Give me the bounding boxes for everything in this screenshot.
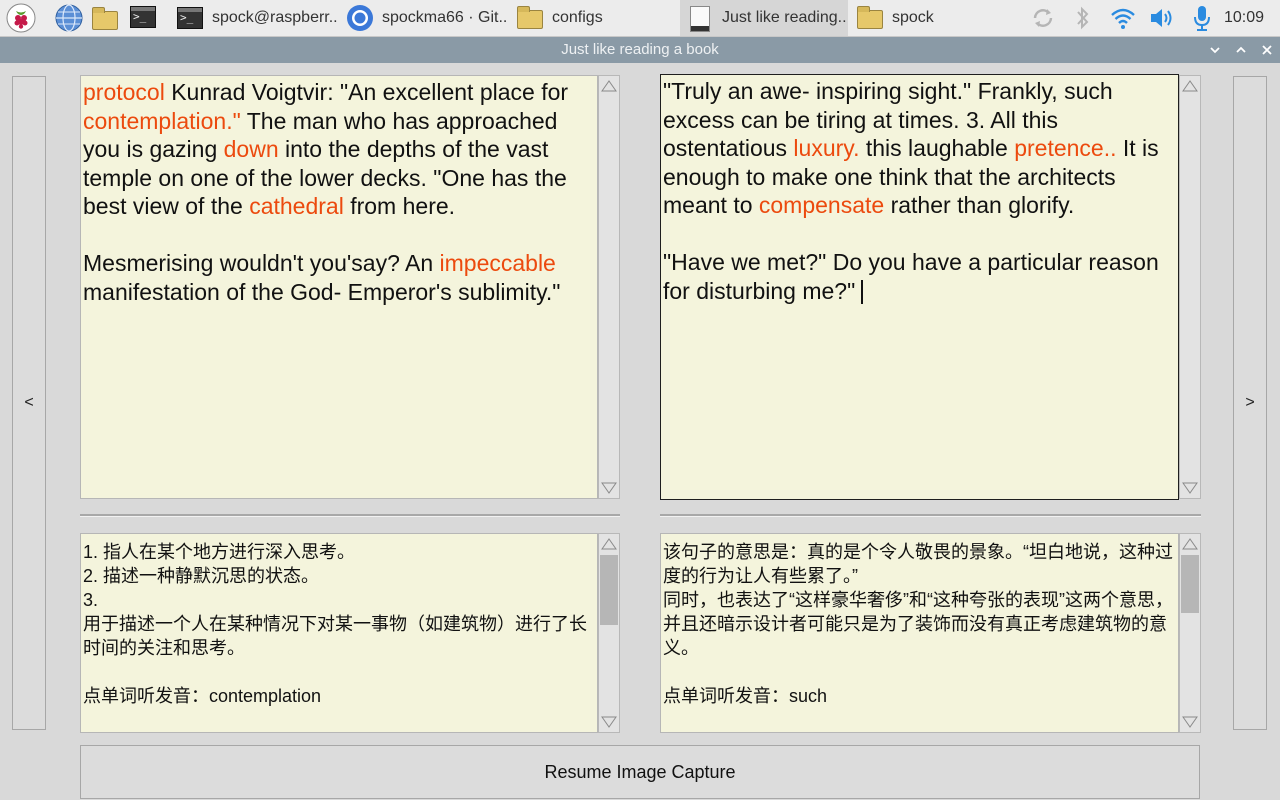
text-cursor — [861, 280, 864, 305]
next-page-button[interactable]: > — [1233, 76, 1267, 730]
web-browser-icon[interactable] — [54, 3, 84, 33]
task-browser[interactable]: spockma66 · Git.. — [340, 0, 508, 36]
task-label: spockma66 · Git.. — [382, 9, 508, 26]
right-translation-text[interactable]: 该句子的意思是：真的是个令人敬畏的景象。“坦白地说，这种过度的行为让人有些累了。… — [663, 540, 1177, 708]
raspberry-menu-icon[interactable] — [6, 3, 36, 33]
close-icon[interactable] — [1256, 39, 1278, 61]
right-text-content[interactable]: "Truly an awe- inspiring sight." Frankly… — [663, 77, 1178, 305]
updater-icon[interactable] — [1028, 3, 1058, 33]
right-translation-scrollbar[interactable] — [1179, 533, 1201, 733]
wifi-icon[interactable] — [1108, 3, 1138, 33]
highlighted-word[interactable]: compensate — [759, 192, 884, 218]
task-spock[interactable]: spock — [850, 0, 1018, 36]
clock[interactable]: 10:09 — [1224, 0, 1264, 36]
scroll-thumb[interactable] — [600, 555, 618, 625]
highlighted-word[interactable]: luxury. — [793, 135, 859, 161]
taskbar: >_ >_ spock@raspberr.. spockma66 · Git..… — [0, 0, 1280, 37]
maximize-icon[interactable] — [1230, 39, 1252, 61]
task-reading-app[interactable]: Just like reading.. — [680, 0, 848, 36]
document-icon — [686, 4, 714, 32]
terminal-launcher-icon[interactable]: >_ — [129, 3, 159, 33]
text-segment: Kunrad Voigtvir: "An excellent place for — [164, 79, 575, 105]
left-text-pane[interactable]: protocol Kunrad Voigtvir: "An excellent … — [80, 75, 598, 499]
pane-separator — [660, 514, 1201, 517]
task-configs[interactable]: configs — [510, 0, 678, 36]
window-title: Just like reading a book — [561, 41, 719, 58]
chromium-icon — [346, 4, 374, 32]
folder-icon — [516, 4, 544, 32]
highlighted-word[interactable]: pretence.. — [1014, 135, 1116, 161]
text-segment: this laughable — [859, 135, 1015, 161]
scroll-up-icon[interactable] — [1180, 534, 1200, 554]
scroll-down-icon[interactable] — [1180, 478, 1200, 498]
right-translation-pane[interactable]: 该句子的意思是：真的是个令人敬畏的景象。“坦白地说，这种过度的行为让人有些累了。… — [660, 533, 1179, 733]
scroll-down-icon[interactable] — [599, 478, 619, 498]
left-text-content[interactable]: protocol Kunrad Voigtvir: "An excellent … — [83, 78, 595, 306]
pane-separator — [80, 514, 620, 517]
highlighted-word[interactable]: contemplation." — [83, 108, 241, 134]
highlighted-word[interactable]: protocol — [83, 79, 165, 105]
task-label: spock@raspberr.. — [212, 9, 338, 26]
minimize-icon[interactable] — [1204, 39, 1226, 61]
window-titlebar: Just like reading a book — [0, 37, 1280, 63]
terminal-icon: >_ — [176, 4, 204, 32]
scroll-down-icon[interactable] — [599, 712, 619, 732]
scroll-down-icon[interactable] — [1180, 712, 1200, 732]
bluetooth-icon[interactable] — [1068, 3, 1098, 33]
scroll-thumb[interactable] — [1181, 555, 1199, 613]
right-text-scrollbar[interactable] — [1179, 75, 1201, 499]
scroll-up-icon[interactable] — [599, 534, 619, 554]
highlighted-word[interactable]: down — [224, 136, 279, 162]
microphone-icon[interactable] — [1187, 3, 1217, 33]
left-text-scrollbar[interactable] — [598, 75, 620, 499]
previous-page-button[interactable]: < — [12, 76, 46, 730]
right-text-pane[interactable]: "Truly an awe- inspiring sight." Frankly… — [660, 74, 1179, 500]
left-translation-pane[interactable]: 1. 指人在某个地方进行深入思考。 2. 描述一种静默沉思的状态。 3. 用于描… — [80, 533, 598, 733]
left-translation-scrollbar[interactable] — [598, 533, 620, 733]
task-terminal[interactable]: >_ spock@raspberr.. — [170, 0, 338, 36]
folder-icon — [856, 4, 884, 32]
highlighted-word[interactable]: impeccable — [440, 250, 556, 276]
left-translation-text[interactable]: 1. 指人在某个地方进行深入思考。 2. 描述一种静默沉思的状态。 3. 用于描… — [83, 540, 595, 708]
scroll-up-icon[interactable] — [599, 76, 619, 96]
scroll-up-icon[interactable] — [1180, 76, 1200, 96]
volume-icon[interactable] — [1146, 3, 1176, 33]
resume-image-capture-button[interactable]: Resume Image Capture — [80, 745, 1200, 799]
highlighted-word[interactable]: cathedral — [249, 193, 344, 219]
task-label: configs — [552, 9, 603, 26]
task-label: spock — [892, 9, 934, 26]
file-manager-icon[interactable] — [91, 3, 121, 33]
task-label: Just like reading.. — [722, 9, 847, 26]
